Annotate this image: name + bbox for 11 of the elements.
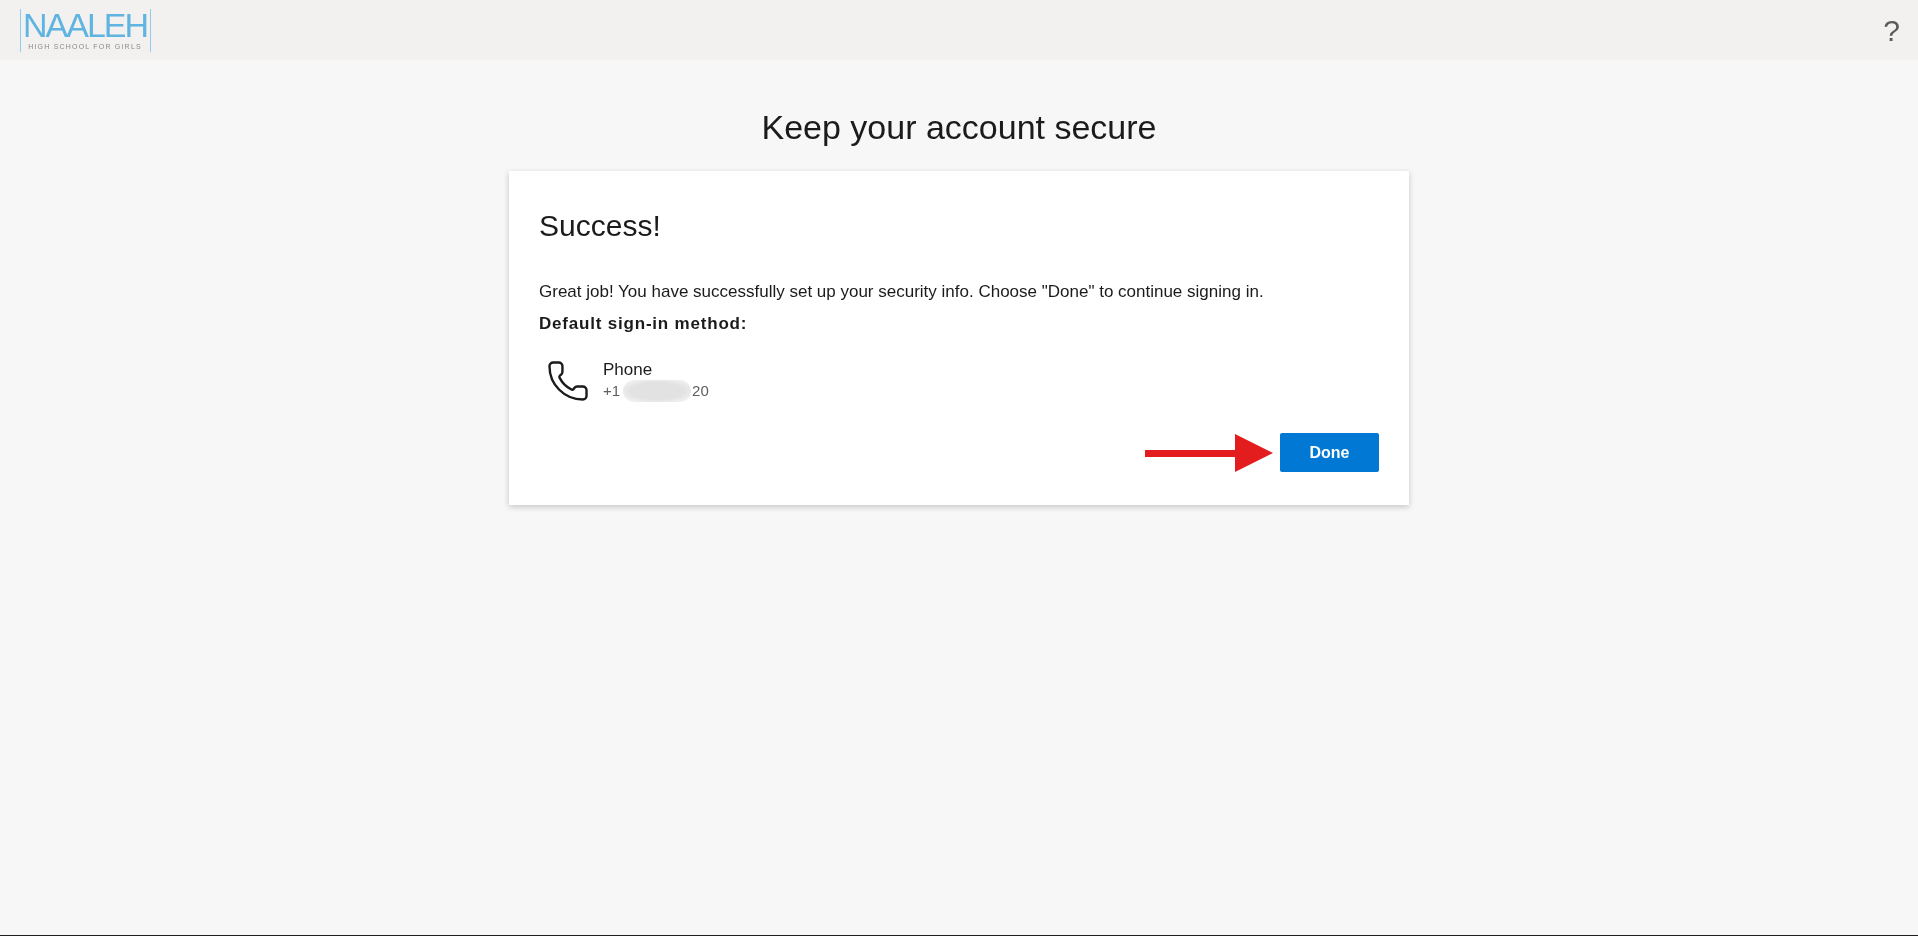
logo-wordmark: NAALEH <box>23 9 148 41</box>
page-title: Keep your account secure <box>761 107 1157 148</box>
method-name: Phone <box>603 360 654 380</box>
method-label: Default sign-in method: <box>539 314 749 334</box>
success-message: Great job! You have successfully set up your security info. Choose "Done" to continue signing in. <box>539 282 1265 302</box>
phone-number-suffix: 20 <box>692 381 709 401</box>
phone-number-prefix: +1 <box>603 381 621 401</box>
phone-icon <box>548 361 588 401</box>
card-heading: Success! <box>539 208 662 244</box>
done-button[interactable]: Done <box>1280 433 1379 472</box>
help-button[interactable]: ? <box>1883 16 1900 46</box>
